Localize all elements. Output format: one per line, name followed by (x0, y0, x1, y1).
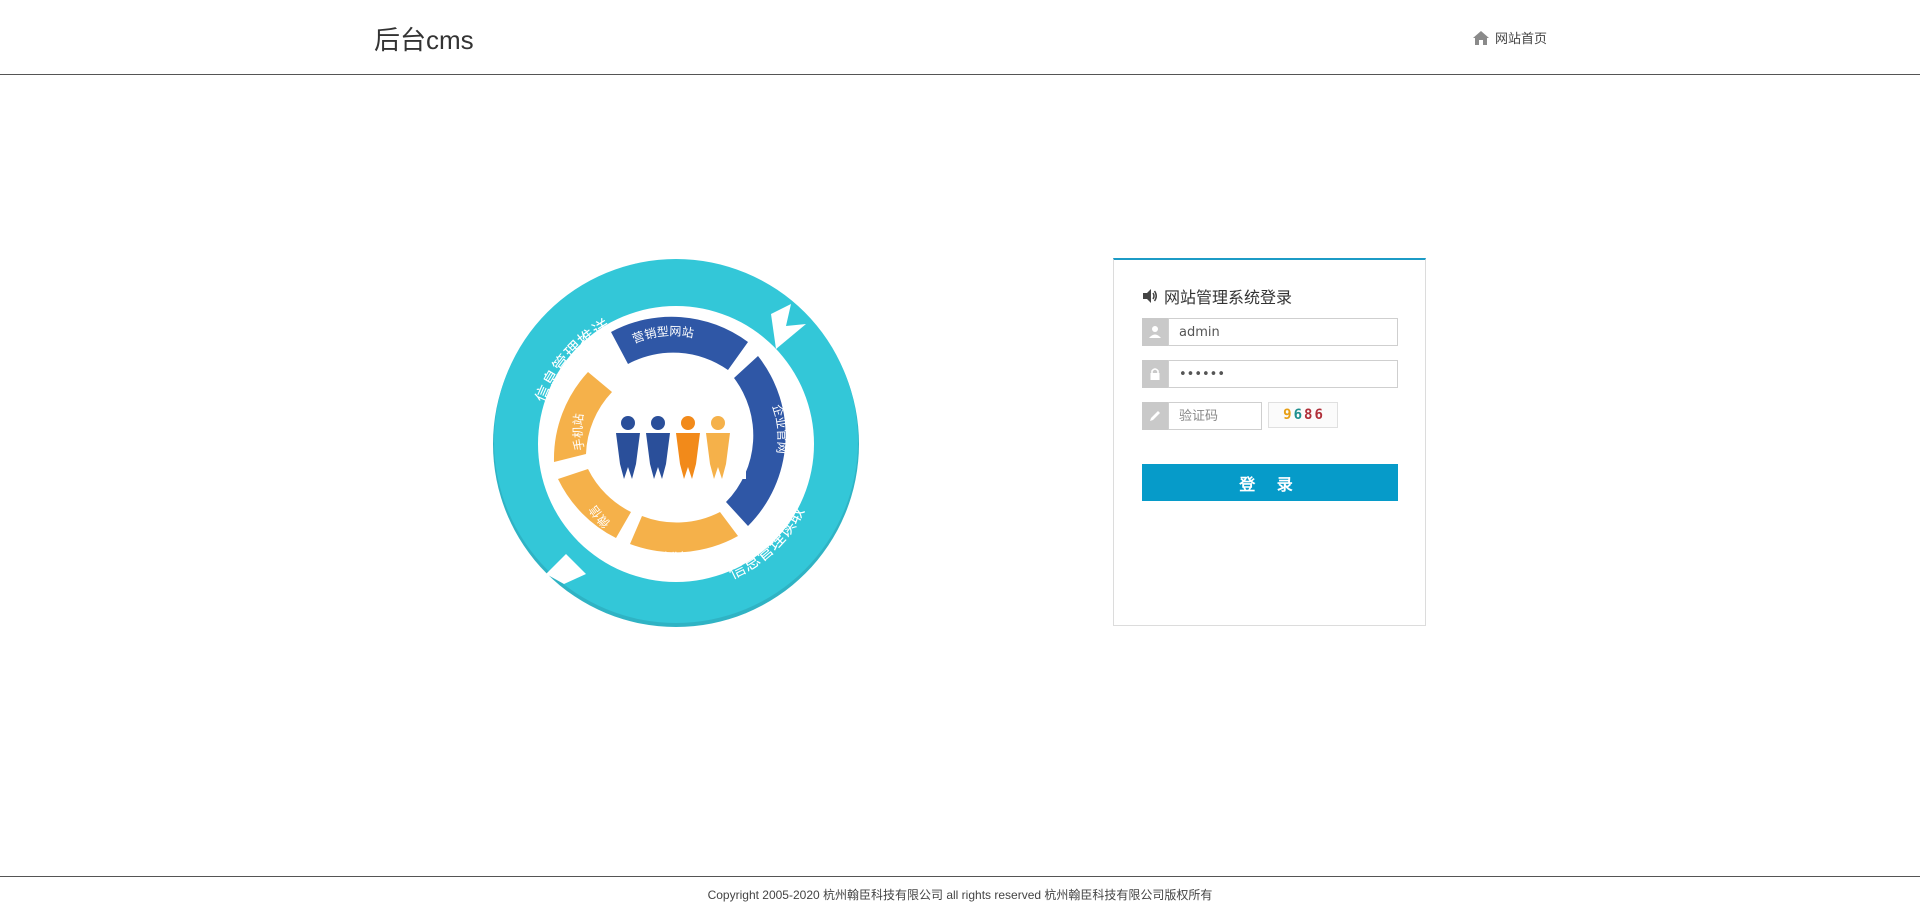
home-link-label: 网站首页 (1495, 31, 1548, 46)
copyright-text: Copyright 2005-2020 杭州翰臣科技有限公司 all right… (707, 888, 1213, 902)
cms-illustration: 信息管理推送 信息管理读取 营销型网站 企业官网 APP 手机站 微信 (486, 254, 866, 634)
login-button[interactable]: 登 录 (1142, 464, 1398, 501)
top-header: 后台cms 网站首页 (0, 0, 1920, 75)
login-title: 网站管理系统登录 (1142, 284, 1292, 308)
speaker-icon (1143, 289, 1157, 303)
captcha-char: 6 (1293, 407, 1302, 423)
captcha-image[interactable]: 9 6 8 6 (1268, 402, 1338, 428)
home-icon (1473, 30, 1489, 45)
captcha-row: 9 6 8 6 (1142, 402, 1338, 430)
pencil-icon (1142, 402, 1168, 430)
captcha-char: 8 (1304, 407, 1313, 423)
captcha-input[interactable] (1168, 402, 1262, 430)
password-row (1142, 360, 1398, 388)
username-input[interactable] (1168, 318, 1398, 346)
login-panel: 网站管理系统登录 9 6 8 6 (1113, 258, 1426, 626)
svg-text:手机站: 手机站 (571, 413, 587, 452)
home-link[interactable]: 网站首页 (1472, 28, 1547, 47)
info-cycle-diagram: 信息管理推送 信息管理读取 营销型网站 企业官网 APP 手机站 微信 (493, 259, 859, 627)
label-app: APP (659, 548, 683, 563)
login-title-text: 网站管理系统登录 (1164, 290, 1293, 307)
username-row (1142, 318, 1398, 346)
captcha-char: 9 (1283, 407, 1292, 423)
people-logo (606, 409, 746, 479)
captcha-char: 6 (1314, 407, 1323, 423)
site-brand: 后台cms (374, 25, 474, 55)
lock-icon (1142, 360, 1168, 388)
label-mobile-site: 手机站 (571, 413, 587, 452)
password-input[interactable] (1168, 360, 1398, 388)
user-icon (1142, 318, 1168, 346)
footer: Copyright 2005-2020 杭州翰臣科技有限公司 all right… (0, 876, 1920, 918)
svg-text:APP: APP (659, 548, 683, 563)
